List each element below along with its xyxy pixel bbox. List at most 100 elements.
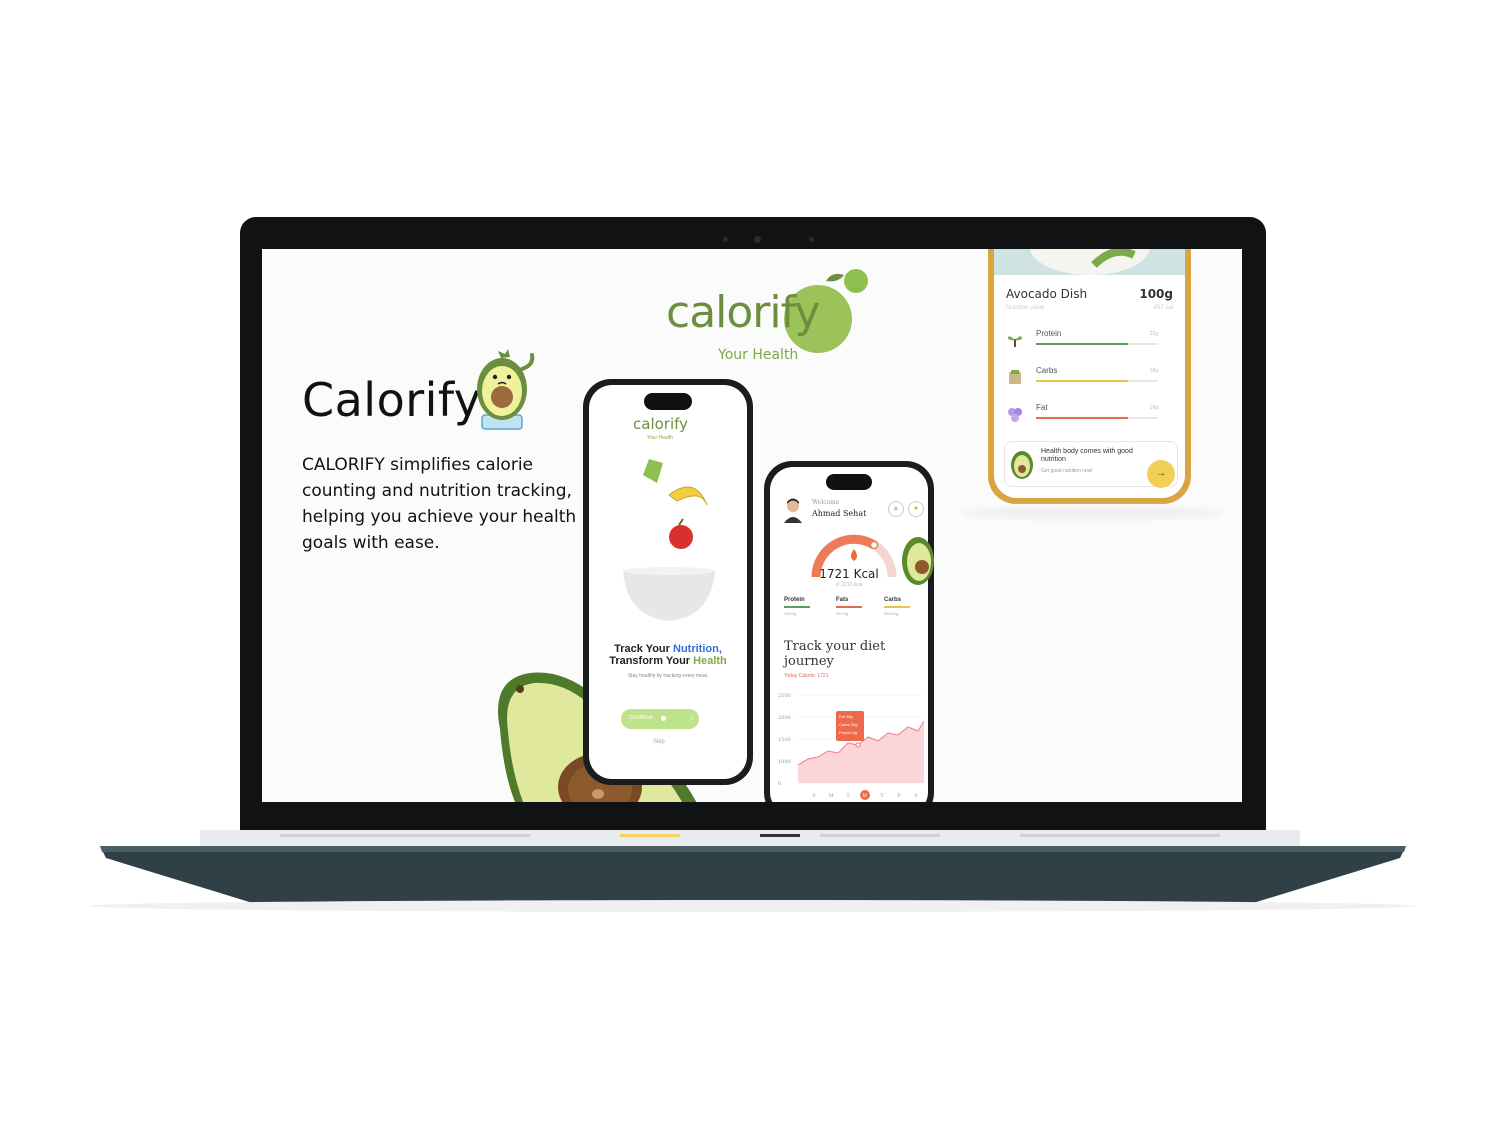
nutrient-label: Fat [1036,403,1048,412]
tooltip-line: Fat 40g [839,714,853,719]
macro-value: 95/110g [884,611,899,616]
bowl-icon [623,567,715,621]
x-day-label[interactable]: T [846,793,850,799]
nutrient-row: Carbs 18g [1006,364,1176,394]
onboarding-logo-tagline: Your Health [647,435,673,441]
promo-title: Health body comes with good nutrition [1041,448,1133,463]
x-day-label[interactable]: T [880,793,884,799]
phone-dish-detail: Avocado Dish 100g Nutrition value 457 ca… [988,249,1191,504]
macro-label: Carbs [884,597,902,603]
onboarding-logo-word: calorify [633,415,689,433]
macro-bar [836,606,862,608]
nutrient-value: 22g [1149,331,1158,337]
tooltip-line: Protein 8g [839,730,858,735]
trend-point [855,742,861,748]
x-day-label[interactable]: S [914,793,918,799]
nutrient-label: Carbs [1036,366,1058,375]
phone-notch [826,474,872,490]
promo-subtitle: Get good nutrition now! [1041,468,1093,474]
arrow-right-icon: › [690,713,693,722]
macro-value: 78/90g [784,611,797,616]
skip-link[interactable]: Skip [653,739,665,745]
hero-title: Calorify [302,373,482,427]
dish-sub-value: 457 cal [1153,305,1173,311]
chart-tooltip: Fat 40g Carbs 30g Protein 8g [836,711,864,741]
headline-accent-1: Nutrition, [673,643,722,655]
y-tick-label: 2500 [778,693,791,699]
tooltip-line: Carbs 30g [839,722,858,727]
phone-notch [644,393,692,410]
today-calories: Today Calorie: 1721 [784,673,829,679]
notification-bell-icon[interactable]: ● [908,501,924,517]
journey-title: Track your diet journey [784,639,886,669]
nutrient-row: Protein 22g [1006,327,1176,357]
search-icon[interactable]: ⌕ [888,501,904,517]
user-avatar[interactable] [782,497,804,523]
dish-weight: 100g [1139,287,1173,301]
y-tick-label: 1000 [778,759,791,765]
camera-dot [723,237,728,242]
onboarding-headline: Track Your Nutrition, Transform Your Hea… [589,643,747,667]
nutrient-value: 18g [1149,368,1158,374]
macro-bar [884,606,910,608]
headline-part-2: Transform Your [609,655,691,667]
flame-icon [851,549,857,561]
avocado-mascot-icon [477,349,535,430]
nutrient-label: Protein [1036,329,1062,338]
macro-bar [784,606,810,608]
dish-plate-icon [1030,249,1150,275]
camera-sensor [809,237,814,242]
brand-logo: calorify Your Health [666,261,868,363]
phone-onboarding: calorify Your Health Track Your Nutritio… [583,379,753,785]
onboarding-subtext: Stay healthy by tracking every meal. [627,673,709,679]
y-tick-label: 0 [778,781,781,787]
x-day-label[interactable]: W [862,793,868,799]
avocado-icon [902,537,934,585]
dashboard-screen: Welcome Ahmad Sehat ⌕ ● 1721 Kcal of 221… [770,467,928,802]
macro-value: 45/70g [836,611,849,616]
camera-lens [754,236,761,243]
laptop-base [100,846,1406,904]
macro-item: Fats 45/70g [836,597,866,616]
x-day-label[interactable]: M [828,793,833,799]
nutrient-bar [1036,380,1128,382]
continue-button[interactable]: Continue › [621,709,699,729]
nutrient-bar [1036,417,1128,419]
calorie-trend-chart: 2500 2000 1500 1000 0 S M T W T F S [778,693,925,800]
nutrient-value: 19g [1149,405,1158,411]
macro-item: Protein 78/90g [784,597,814,616]
phone-dashboard: Welcome Ahmad Sehat ⌕ ● 1721 Kcal of 221… [764,461,934,802]
headline-accent-2: Health [693,655,727,667]
dish-name: Avocado Dish [1006,287,1088,301]
headline-part-1: Track Your [614,643,670,655]
macro-label: Fats [836,597,849,603]
y-tick-label: 2000 [778,715,791,721]
brand-tagline: Your Health [718,347,799,363]
nutrient-bar [1036,343,1128,345]
grain-icon [1009,370,1021,384]
nutrient-list: Protein 22g Carbs 18g Fat 19g [1006,327,1176,437]
brand-wordmark: calorify [666,287,820,338]
dish-sub-label: Nutrition value [1006,305,1045,311]
fruits-illustration-icon [643,459,708,549]
x-day-label[interactable]: F [897,793,901,799]
promo-card[interactable]: Health body comes with good nutrition Ge… [1004,441,1178,488]
phone-shadow [962,507,1222,519]
continue-button-label: Continue [629,715,654,721]
hero-description: CALORIFY simplifies calorie counting and… [302,455,577,553]
laptop-screen: Calorify CALORIFY simplifies calorie cou… [262,249,1242,802]
berries-icon [1008,408,1022,422]
arrow-right-button[interactable]: → [1147,460,1175,488]
laptop-shadow [90,900,1416,912]
dish-photo [994,249,1185,275]
welcome-label: Welcome [812,499,840,506]
dish-screen: Avocado Dish 100g Nutrition value 457 ca… [994,249,1185,498]
macro-label: Protein [784,597,805,603]
macros-row: Protein 78/90g Fats 45/70g Carbs 95/110g [778,597,918,623]
x-day-label[interactable]: S [812,793,816,799]
avocado-icon [1011,451,1033,479]
sprout-icon [1008,336,1022,347]
toggle-dot-icon [661,716,666,721]
y-tick-label: 1500 [778,737,791,743]
macro-item: Carbs 95/110g [884,597,914,616]
